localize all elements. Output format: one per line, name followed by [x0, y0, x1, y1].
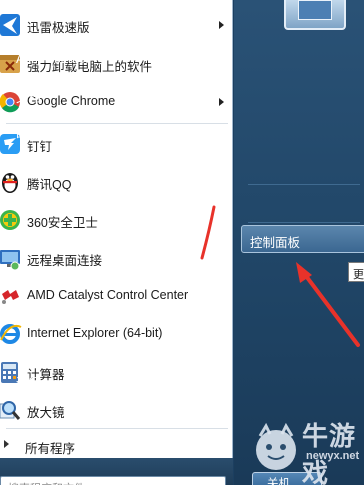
search-area: 搜索程序和文件	[0, 458, 233, 485]
run-link[interactable]: 运行...	[16, 372, 51, 391]
magnifier-icon	[0, 401, 21, 420]
divider	[6, 428, 228, 429]
watermark-face-icon	[256, 422, 296, 470]
program-label: 迅雷极速版	[27, 21, 90, 35]
all-programs-label: 所有程序	[25, 442, 76, 456]
watermark-logo: 牛游戏 newyx.net	[248, 412, 364, 485]
thunder-icon	[0, 14, 20, 36]
expand-arrow-icon	[4, 440, 9, 448]
program-label: 腾讯QQ	[27, 178, 72, 192]
program-label: 360安全卫士	[27, 216, 98, 230]
monitor-icon	[298, 0, 332, 20]
tooltip: 更	[348, 262, 364, 282]
all-programs-button[interactable]: 所有程序	[0, 434, 233, 456]
pictures-link[interactable]: 图片	[16, 122, 41, 141]
submenu-arrow-icon	[219, 21, 224, 29]
music-link[interactable]: 音乐	[16, 157, 41, 176]
devices-printers-link[interactable]: 设备和打印机	[16, 266, 91, 285]
help-support-link[interactable]: 帮助和支持	[16, 337, 79, 356]
divider	[248, 222, 360, 223]
search-input[interactable]: 搜索程序和文件	[0, 476, 226, 485]
divider	[248, 184, 360, 185]
program-item-magnifier[interactable]: 放大镜	[0, 391, 233, 429]
program-label: AMD Catalyst Control Center	[27, 288, 189, 302]
watermark-url: newyx.net	[306, 450, 360, 462]
default-programs-link[interactable]: 默认程序	[16, 302, 66, 321]
control-panel-link[interactable]: 控制面板	[241, 225, 364, 253]
program-item-thunder[interactable]: 迅雷极速版	[0, 6, 233, 44]
user-avatar[interactable]	[284, 0, 346, 30]
user-name-link[interactable]: Administrator	[16, 52, 90, 66]
program-label: 放大镜	[27, 406, 65, 420]
submenu-arrow-icon	[219, 98, 224, 106]
documents-link[interactable]: 文档	[16, 87, 41, 106]
computer-link[interactable]: 计算机	[16, 195, 54, 214]
